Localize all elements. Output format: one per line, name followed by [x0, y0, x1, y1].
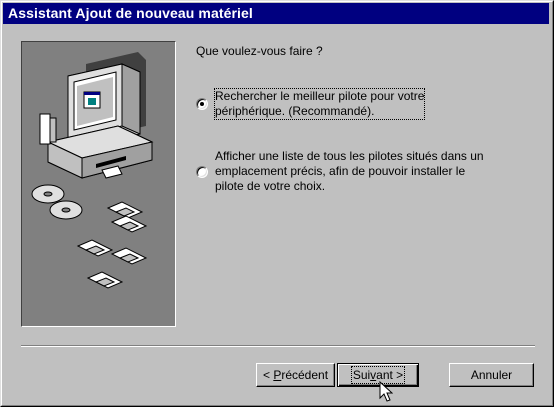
- question-label: Que voulez-vous faire ?: [196, 44, 323, 58]
- option-1-line-2: périphérique. (Recommandé).: [215, 104, 375, 118]
- option-1-line-1: Rechercher le meilleur pilote pour votre: [215, 89, 425, 103]
- cancel-button[interactable]: Annuler: [449, 363, 534, 387]
- title-bar[interactable]: Assistant Ajout de nouveau matériel: [3, 3, 549, 24]
- radio-search-best-driver[interactable]: [196, 98, 208, 110]
- button-separator: [21, 345, 535, 347]
- option-2-line-1: Afficher une liste de tous les pilotes s…: [215, 149, 484, 163]
- next-button-label: Suivant >: [350, 366, 406, 384]
- option-search-best-driver-label[interactable]: Rechercher le meilleur pilote pour votre…: [213, 88, 426, 120]
- radio-selected-dot: [200, 102, 204, 106]
- option-2-line-3: pilote de votre choix.: [215, 179, 326, 193]
- arrow-cursor-icon: [379, 381, 393, 402]
- back-button-label: < Précédent: [262, 368, 329, 382]
- wizard-window: Assistant Ajout de nouveau matériel Que …: [0, 0, 554, 407]
- radio-list-drivers[interactable]: [196, 166, 208, 178]
- hardware-wizard-illustration: [21, 41, 176, 327]
- computer-and-disks-icon: [31, 52, 154, 289]
- window-title: Assistant Ajout de nouveau matériel: [8, 5, 253, 21]
- back-button[interactable]: < Précédent: [256, 363, 335, 387]
- option-2-line-2: emplacement précis, afin de pouvoir inst…: [215, 164, 466, 178]
- next-button[interactable]: Suivant >: [337, 363, 419, 387]
- cancel-button-label: Annuler: [470, 368, 513, 382]
- option-list-drivers-label[interactable]: Afficher une liste de tous les pilotes s…: [215, 149, 484, 194]
